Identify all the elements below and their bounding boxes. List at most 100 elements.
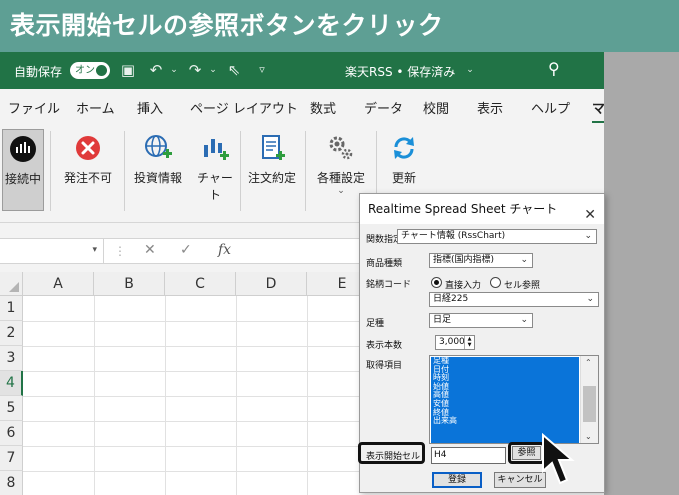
chevron-down-icon[interactable]: ⌄ [164,60,184,80]
background-area [604,52,679,495]
period-value: 日足 [433,315,452,325]
customize-icon[interactable]: ▿ [252,60,272,80]
scroll-up-icon[interactable]: ⌃ [585,358,592,367]
tab-view[interactable]: 表示 [477,98,503,117]
row-header-8[interactable]: 8 [0,471,23,495]
order-execution-label: 注文約定 [247,171,296,185]
chevron-down-icon: ⌄ [586,294,594,304]
tab-rss[interactable]: マ [592,98,604,124]
scrollbar-thumb[interactable] [583,386,596,422]
row-header-6[interactable]: 6 [0,421,23,446]
scroll-down-icon[interactable]: ⌄ [585,432,592,441]
column-header-c[interactable]: C [165,272,236,296]
tab-formulas[interactable]: 数式 [310,98,336,117]
row-header-7[interactable]: 7 [0,446,23,471]
tab-file[interactable]: ファイル [8,98,60,117]
items-listbox[interactable]: 足種 日付 時刻 始値 高値 安値 終値 出来高 ⌃ ⌄ [429,355,599,444]
autosave-toggle-label: オン [75,65,95,76]
row-header-3[interactable]: 3 [0,346,23,371]
list-item[interactable]: 高値 [431,391,579,400]
cell-reference-radio[interactable] [490,277,501,288]
column-header-b[interactable]: B [94,272,165,296]
direct-input-radio[interactable] [431,277,442,288]
ribbon-separator [124,131,125,211]
gridline [307,296,308,495]
cell-reference-label: セル参照 [504,281,541,291]
column-header-a[interactable]: A [23,272,94,296]
tutorial-screenshot: 表示開始セルの参照ボタンをクリック 自動保存 オン ▣ ↶ ⌄ ↷ ⌄ ⇖ ▿ … [0,0,679,495]
chart-button[interactable]: チャート [192,129,238,211]
list-item[interactable]: 安値 [431,399,579,409]
period-select[interactable]: 日足 ⌄ [429,313,533,328]
tab-home[interactable]: ホーム [76,98,115,117]
refresh-icon [394,137,414,159]
undo-icon[interactable]: ↶ [146,60,166,80]
start-cell-value: H4 [434,450,447,460]
list-item[interactable]: 出来高 [431,417,579,426]
cancel-button[interactable]: キャンセル [494,472,546,488]
list-item[interactable]: 始値 [431,382,579,392]
tab-data[interactable]: データ [364,98,403,117]
redo-icon[interactable]: ↷ [185,60,205,80]
list-item[interactable]: 日付 [431,365,579,375]
chevron-down-icon: ⌄ [520,315,528,325]
close-icon[interactable]: ✕ [584,200,596,230]
column-header-d[interactable]: D [236,272,307,296]
document-title: 楽天RSS • 保存済み [345,65,456,79]
order-disabled-button[interactable]: 発注不可 [58,129,118,211]
count-value: 3,000 [439,337,465,347]
chevron-down-icon[interactable]: ▾ [92,245,97,255]
insert-function-icon[interactable]: fx [218,242,231,258]
row-header-1[interactable]: 1 [0,296,23,321]
settings-icon [329,136,353,160]
order-icon [262,135,285,160]
function-select[interactable]: チャート情報 (RssChart) ⌄ [397,229,597,244]
code-select[interactable]: 日経225 ⌄ [429,292,599,307]
search-icon[interactable]: ⚲ [548,59,560,78]
pointer-icon[interactable]: ⇖ [224,60,244,80]
start-cell-input[interactable]: H4 [431,447,506,464]
items-selected-block: 足種 日付 時刻 始値 高値 安値 終値 出来高 [431,356,579,443]
reference-button[interactable]: 参照 [512,446,541,460]
cancel-entry-icon[interactable]: ✕ [144,242,156,258]
product-label: 商品種類 [366,259,403,269]
chevron-down-icon[interactable]: ⌄ [460,60,480,80]
autosave-toggle[interactable]: オン [70,62,110,79]
chevron-down-icon[interactable]: ⌄ [203,60,223,80]
gridline [94,296,95,495]
list-item[interactable]: 足種 [431,356,579,366]
count-stepper[interactable]: 3,000 ▲ ▼ [435,335,475,350]
name-box[interactable]: ▾ [0,239,104,263]
listbox-scrollbar[interactable]: ⌃ ⌄ [580,356,598,443]
settings-label: 各種設定 [316,171,365,185]
tab-insert[interactable]: 挿入 [137,98,163,117]
product-value: 指標(国内指標) [433,255,495,265]
connection-label: 接続中 [4,172,41,186]
toggle-knob [96,65,107,76]
select-all-corner[interactable] [0,272,23,296]
ribbon-separator [240,131,241,211]
product-select[interactable]: 指標(国内指標) ⌄ [429,253,533,268]
ribbon-separator [305,131,306,211]
register-button[interactable]: 登録 [432,472,482,488]
gridline [165,296,166,495]
row-header-2[interactable]: 2 [0,321,23,346]
row-header-5[interactable]: 5 [0,396,23,421]
tab-review[interactable]: 校閲 [423,98,449,117]
list-item[interactable]: 時刻 [431,374,579,383]
chevron-down-icon: ⌄ [520,255,528,265]
tab-page-layout[interactable]: ページ レイアウト [190,98,298,117]
connection-icon [10,136,36,162]
refresh-label: 更新 [391,171,416,185]
connection-button[interactable]: 接続中 [2,129,44,211]
start-cell-label: 表示開始セル [366,452,421,462]
drag-handle-icon[interactable]: ⋮ [114,244,126,258]
stepper-arrows-icon[interactable]: ▲ ▼ [464,336,474,349]
tab-help[interactable]: ヘルプ [531,98,570,117]
investment-info-button[interactable]: 投資情報 [130,129,186,211]
save-icon[interactable]: ▣ [118,60,138,80]
row-header-4[interactable]: 4 [0,371,23,396]
confirm-entry-icon[interactable]: ✓ [180,242,192,258]
order-execution-button[interactable]: 注文約定 [244,129,300,211]
globe-icon [145,135,172,158]
